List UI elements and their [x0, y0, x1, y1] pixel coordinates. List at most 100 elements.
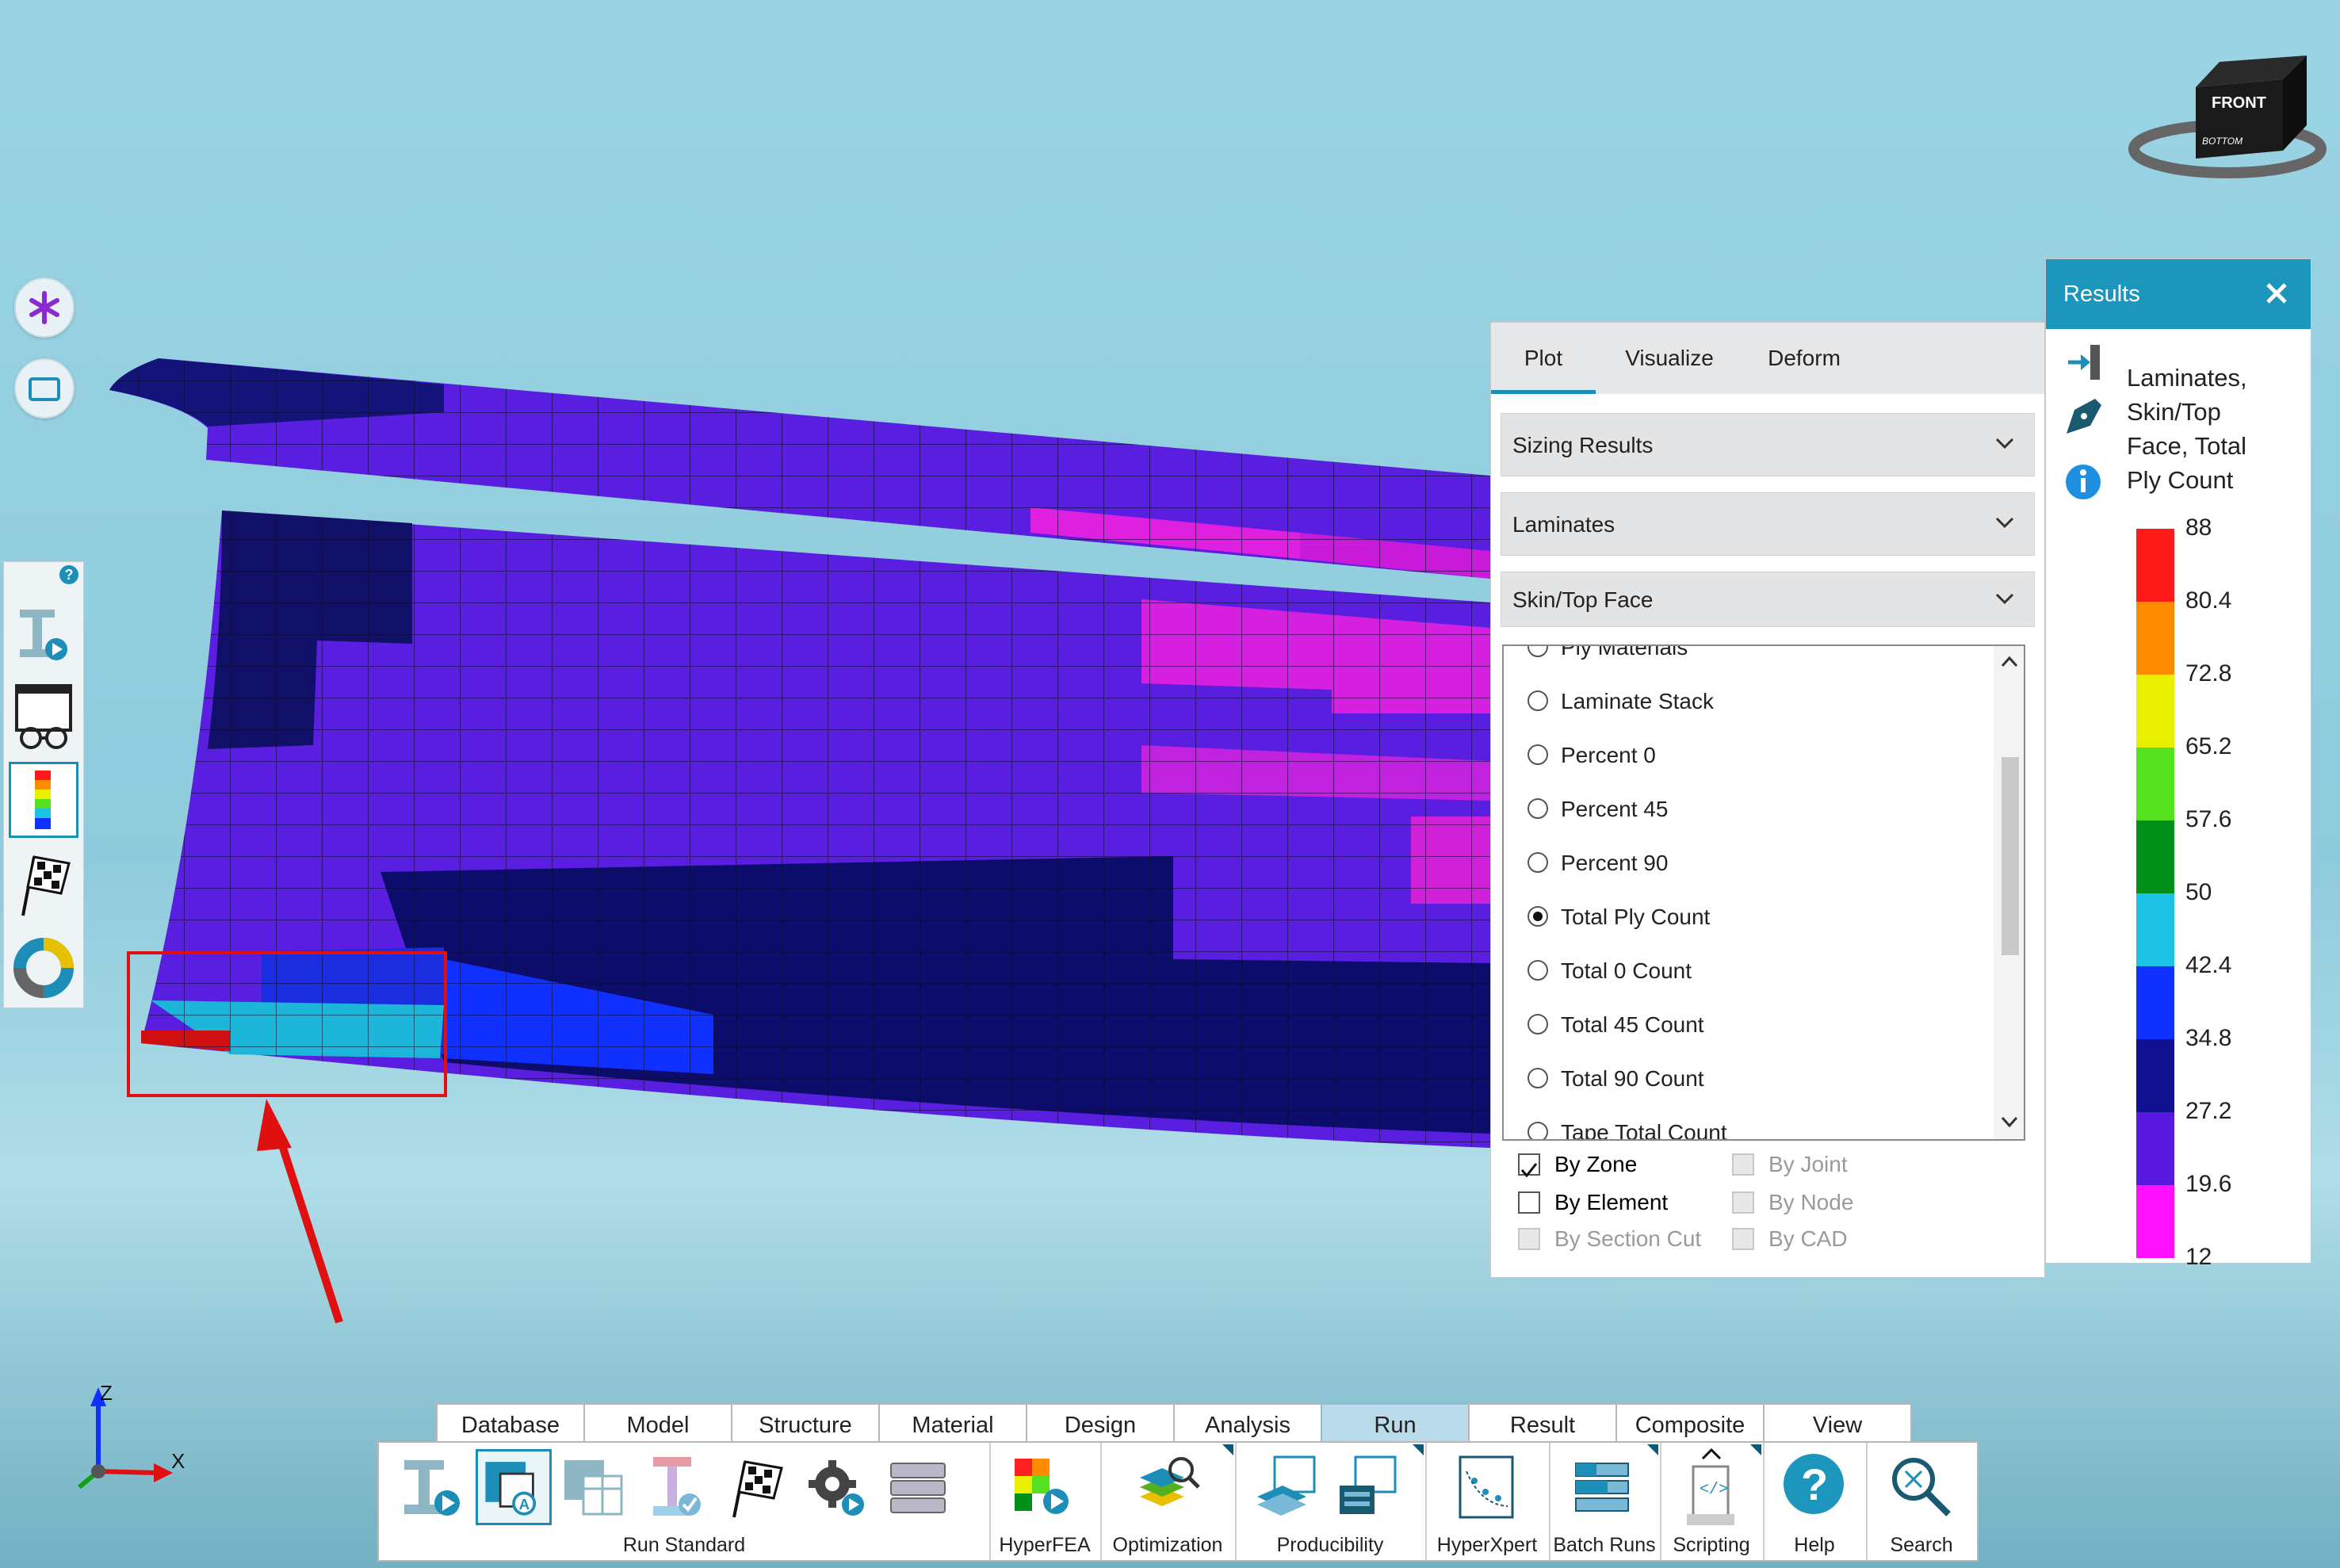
close-icon[interactable]: [2257, 273, 2296, 313]
tab-material[interactable]: Material: [878, 1403, 1027, 1441]
tab-view[interactable]: View: [1763, 1403, 1912, 1441]
tab-analysis[interactable]: Analysis: [1173, 1403, 1322, 1441]
scroll-down-icon[interactable]: [2000, 1114, 2019, 1130]
radio-button[interactable]: [1528, 960, 1548, 981]
radio-button[interactable]: [1528, 1068, 1548, 1088]
radio-button[interactable]: [1528, 1122, 1548, 1139]
group-batch-runs[interactable]: Batch Runs: [1549, 1443, 1661, 1560]
glasses-window-icon: [15, 684, 72, 749]
checkbox-box: [1732, 1228, 1754, 1250]
checkbox-box: [1518, 1228, 1540, 1250]
result-category-dropdown[interactable]: Sizing Results: [1501, 413, 2035, 476]
svg-text:A: A: [519, 1496, 530, 1513]
tab-structure[interactable]: Structure: [731, 1403, 880, 1441]
scroll-up-icon[interactable]: [2000, 654, 2019, 670]
legend-value: 80.4: [2185, 587, 2232, 614]
info-icon[interactable]: [2063, 462, 2103, 502]
group-label: Scripting: [1673, 1534, 1750, 1556]
group-search[interactable]: Search: [1866, 1443, 1977, 1560]
checkbox-box: [1732, 1191, 1754, 1214]
run-analysis-tool[interactable]: [9, 594, 78, 670]
group-label: Help: [1794, 1534, 1835, 1556]
legend-value: 12: [2185, 1244, 2212, 1266]
legend-value: 27.2: [2185, 1098, 2232, 1124]
group-hyperxpert[interactable]: HyperXpert: [1425, 1443, 1550, 1560]
producibility-report-icon: [1340, 1455, 1397, 1514]
run-table-icon[interactable]: [556, 1449, 633, 1525]
color-bar-icon: [35, 771, 51, 829]
chart-tool[interactable]: [9, 930, 78, 1006]
dock-panel-icon[interactable]: [2063, 342, 2105, 383]
view-tool[interactable]: [9, 678, 78, 754]
contour-legend-tool[interactable]: [9, 762, 78, 838]
result-description: Laminates, Skin/Top Face, Total Ply Coun…: [2127, 364, 2247, 494]
legend-value: 72.8: [2185, 660, 2232, 686]
tab-model[interactable]: Model: [583, 1403, 732, 1441]
results-panel-title: Results: [2063, 281, 2140, 307]
batch-runs-icon: [1575, 1463, 1629, 1512]
plot-panel: Plot Visualize Deform Sizing Results Lam…: [1490, 322, 2045, 1278]
legend-color-cell: [2136, 1039, 2174, 1112]
run-analysis-selected-icon[interactable]: A: [476, 1449, 552, 1525]
tab-run[interactable]: Run: [1321, 1403, 1470, 1441]
checkbox-box[interactable]: [1518, 1153, 1540, 1178]
result-location-dropdown[interactable]: Skin/Top Face: [1501, 572, 2035, 627]
legend-color-cell: [2136, 675, 2174, 748]
radio-button[interactable]: [1528, 1014, 1548, 1034]
group-label: Batch Runs: [1553, 1534, 1656, 1556]
chevron-up-icon[interactable]: [1700, 1446, 1723, 1462]
radio-button[interactable]: [1528, 852, 1548, 873]
result-location-value: Skin/Top Face: [1512, 587, 1654, 612]
pen-edit-icon[interactable]: [2060, 394, 2106, 438]
legend-color-cell: [2136, 893, 2174, 966]
group-optimization[interactable]: Optimization: [1100, 1443, 1237, 1560]
tab-database[interactable]: Database: [436, 1403, 585, 1441]
axis-triad: Z X: [78, 1381, 185, 1490]
radio-button-selected[interactable]: [1528, 906, 1548, 927]
legend-color-cell: [2136, 529, 2174, 602]
scrollbar-thumb[interactable]: [2002, 757, 2019, 955]
hyperfea-icon: [1015, 1459, 1069, 1514]
hyperxpert-icon: [1459, 1455, 1514, 1519]
navigation-cube[interactable]: FRONT BOTTOM: [2109, 55, 2330, 190]
radio-button[interactable]: [1528, 690, 1548, 711]
tab-result[interactable]: Result: [1468, 1403, 1617, 1441]
run-check-icon[interactable]: [637, 1449, 713, 1525]
snap-tool-button[interactable]: [14, 277, 75, 338]
list-scrollbar[interactable]: [1994, 646, 2024, 1139]
finish-tool[interactable]: [9, 846, 78, 922]
checkbox-box[interactable]: [1518, 1191, 1540, 1214]
radio-button[interactable]: [1528, 646, 1548, 657]
gear-run-icon[interactable]: [799, 1449, 875, 1525]
search-icon: [1892, 1458, 1951, 1516]
results-panel: Results Laminates, Skin/Top Face, Total …: [2045, 258, 2311, 1266]
tab-plot[interactable]: Plot: [1491, 323, 1596, 394]
ribbon-body: A Run Standard HyperFEA Optimization Pro…: [377, 1441, 1979, 1562]
legend-value: 19.6: [2185, 1171, 2232, 1197]
dropdown-corner-icon: [1222, 1444, 1233, 1455]
legend-color-cell: [2136, 602, 2174, 675]
tab-deform[interactable]: Deform: [1753, 323, 1856, 394]
group-hyperfea[interactable]: HyperFEA: [989, 1443, 1102, 1560]
tab-design[interactable]: Design: [1026, 1403, 1175, 1441]
help-badge-icon[interactable]: ?: [59, 565, 78, 584]
group-scripting[interactable]: </> Scripting: [1660, 1443, 1765, 1560]
group-run-standard: A Run Standard: [379, 1443, 991, 1560]
tab-visualize[interactable]: Visualize: [1610, 323, 1729, 394]
help-icon: ?: [1784, 1454, 1844, 1514]
run-ibeam-icon[interactable]: [395, 1449, 471, 1525]
group-help[interactable]: ? Help: [1763, 1443, 1868, 1560]
group-producibility[interactable]: Producibility: [1235, 1443, 1427, 1560]
legend-color-cell: [2136, 1185, 2174, 1258]
svg-text:</>: </>: [1700, 1481, 1728, 1499]
radio-button[interactable]: [1528, 798, 1548, 819]
checkered-flag-icon[interactable]: [718, 1449, 794, 1525]
group-label: Run Standard: [622, 1534, 746, 1556]
result-type-dropdown[interactable]: Laminates: [1501, 492, 2035, 556]
box-select-button[interactable]: [14, 358, 75, 419]
radio-button[interactable]: [1528, 744, 1548, 765]
result-options-list[interactable]: Ply Materials Laminate Stack Percent 0 P…: [1502, 644, 2025, 1141]
tab-composite[interactable]: Composite: [1615, 1403, 1765, 1441]
producibility-icon: [1257, 1455, 1316, 1516]
server-icon[interactable]: [880, 1449, 956, 1525]
